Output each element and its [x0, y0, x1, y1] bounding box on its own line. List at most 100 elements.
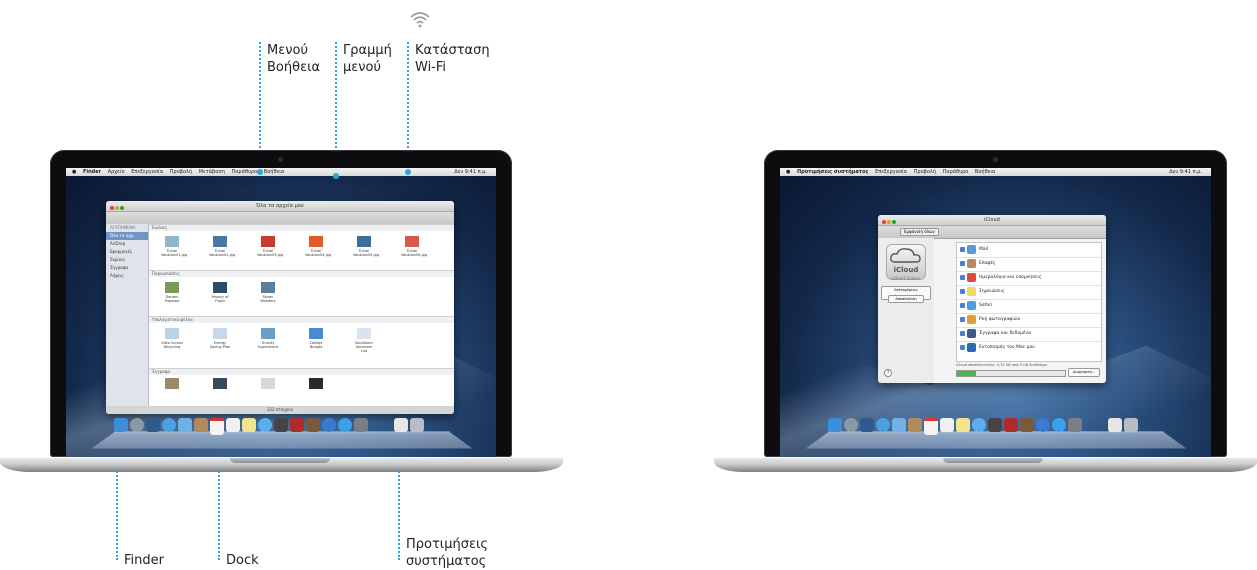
- notes-dock-icon[interactable]: [956, 418, 970, 432]
- icloud-logo: [886, 244, 926, 280]
- icloud-titlebar[interactable]: iCloud: [878, 215, 1106, 226]
- right-menubar: ● Προτιμήσεις συστήματος Επεξεργασία Προ…: [780, 168, 1211, 176]
- itunes-dock-icon[interactable]: [1036, 418, 1050, 432]
- mail-dock-icon[interactable]: [178, 418, 192, 432]
- photobooth-dock-icon[interactable]: [1004, 418, 1018, 432]
- right-screen: ● Προτιμήσεις συστήματος Επεξεργασία Προ…: [780, 168, 1211, 457]
- launchpad-dock-icon[interactable]: [130, 418, 144, 432]
- documents-dock-icon[interactable]: [1108, 418, 1122, 432]
- facetime-dock-icon[interactable]: [988, 418, 1002, 432]
- file-item[interactable]: Tulum Vacation01.jpg: [161, 236, 187, 257]
- service-row-find-my-mac[interactable]: Εντοπισμός του Mac μου: [957, 341, 1101, 355]
- trash-dock-icon[interactable]: [1124, 418, 1138, 432]
- help-icon[interactable]: ?: [884, 369, 892, 377]
- sidebar-item-airdrop[interactable]: AirDrop: [106, 240, 148, 248]
- system-prefs-dock-icon[interactable]: [354, 418, 368, 432]
- sign-out-button[interactable]: Αποσύνδεση: [888, 295, 924, 303]
- file-item[interactable]: Tulum Vacation04.jpg: [305, 236, 331, 257]
- file-item[interactable]: Tulum Vacation06.jpg: [401, 236, 427, 257]
- service-row-photo-stream[interactable]: Ροή φωτογραφιών: [957, 313, 1101, 328]
- sidebar-item-documents[interactable]: Έγγραφα: [106, 264, 148, 272]
- trash-dock-icon[interactable]: [410, 418, 424, 432]
- menubar-item-go[interactable]: Μετάβαση: [199, 169, 225, 175]
- apple-menu-icon[interactable]: ●: [72, 169, 76, 175]
- photobooth-dock-icon[interactable]: [290, 418, 304, 432]
- iphoto-dock-icon[interactable]: [1020, 418, 1034, 432]
- file-item[interactable]: Gravity Experiment: [257, 328, 279, 349]
- mission-control-dock-icon[interactable]: [860, 418, 874, 432]
- system-prefs-dock-icon[interactable]: [1068, 418, 1082, 432]
- section-presentations: Παρουσιάσεις: [149, 270, 454, 277]
- calendar-dock-icon[interactable]: [210, 418, 224, 435]
- menubar-item-edit[interactable]: Επεξεργασία: [131, 169, 163, 175]
- finder-titlebar[interactable]: Όλα τα αρχεία μου: [106, 201, 454, 212]
- file-item[interactable]: Garden Proposal: [161, 282, 183, 303]
- menubar-clock[interactable]: Δευ 9:41 π.μ.: [454, 168, 487, 176]
- contacts-dock-icon[interactable]: [194, 418, 208, 432]
- service-row-calendars[interactable]: Ημερολόγια και υπομνήσεις: [957, 271, 1101, 286]
- file-item[interactable]: [161, 378, 183, 391]
- calendar-dock-icon[interactable]: [924, 418, 938, 435]
- safari-dock-icon[interactable]: [876, 418, 890, 432]
- contacts-dock-icon[interactable]: [908, 418, 922, 432]
- sidebar-item-all-files[interactable]: Όλα τα αρχ...: [106, 232, 148, 240]
- sidebar-item-downloads[interactable]: Λήψεις: [106, 272, 148, 280]
- itunes-dock-icon[interactable]: [322, 418, 336, 432]
- file-item[interactable]: Vista School Recycling: [161, 328, 183, 349]
- appstore-dock-icon[interactable]: [1052, 418, 1066, 432]
- menubar-item-file[interactable]: Αρχείο: [108, 169, 125, 175]
- reminders-dock-icon[interactable]: [226, 418, 240, 432]
- facetime-dock-icon[interactable]: [274, 418, 288, 432]
- manage-button[interactable]: Διαχείριση...: [1068, 368, 1101, 377]
- file-item[interactable]: Southborn Volunteer List: [353, 328, 375, 353]
- mission-control-dock-icon[interactable]: [146, 418, 160, 432]
- safari-dock-icon[interactable]: [162, 418, 176, 432]
- mail-dock-icon[interactable]: [892, 418, 906, 432]
- file-item[interactable]: Tulum Vacation05.jpg: [353, 236, 379, 257]
- launchpad-dock-icon[interactable]: [844, 418, 858, 432]
- sidebar-item-desktop[interactable]: Σκρίνιο: [106, 256, 148, 264]
- messages-dock-icon[interactable]: [972, 418, 986, 432]
- menubar-app-name[interactable]: Finder: [83, 169, 101, 175]
- finder-dock-icon[interactable]: [114, 418, 128, 432]
- finder-dock-icon[interactable]: [828, 418, 842, 432]
- service-row-contacts[interactable]: Επαφές: [957, 257, 1101, 272]
- reminders-dock-icon[interactable]: [940, 418, 954, 432]
- menubar-item-help[interactable]: Βοήθεια: [975, 169, 995, 175]
- menubar-app-name[interactable]: Προτιμήσεις συστήματος: [797, 169, 869, 175]
- menubar-clock[interactable]: Δευ 9:41 π.μ.: [1169, 168, 1202, 176]
- service-row-documents[interactable]: Έγγραφα και δεδομένα: [957, 327, 1101, 342]
- menubar-item-view[interactable]: Προβολή: [914, 169, 936, 175]
- file-item[interactable]: Tulum Vacation03.jpg: [257, 236, 283, 257]
- file-item[interactable]: [305, 378, 327, 391]
- service-row-safari[interactable]: Safari: [957, 299, 1101, 314]
- file-item[interactable]: Seven Wonders: [257, 282, 279, 303]
- sidebar-item-applications[interactable]: Εφαρμογές: [106, 248, 148, 256]
- file-item[interactable]: History of Flight: [209, 282, 231, 303]
- finder-window[interactable]: Όλα τα αρχεία μου ΑΓΑΠΗΜΕΝΑ Όλα τα αρχ..…: [106, 201, 454, 414]
- documents-dock-icon[interactable]: [394, 418, 408, 432]
- file-item[interactable]: [257, 378, 279, 391]
- file-item[interactable]: [209, 378, 231, 391]
- wifi-dot: [405, 169, 411, 175]
- notes-dock-icon[interactable]: [242, 418, 256, 432]
- window-controls[interactable]: [110, 204, 125, 214]
- service-row-notes[interactable]: Σημειώσεις: [957, 285, 1101, 300]
- service-row-mail[interactable]: Mail: [957, 243, 1101, 258]
- finder-callout: Finder: [124, 553, 164, 568]
- appstore-dock-icon[interactable]: [338, 418, 352, 432]
- menubar-item-view[interactable]: Προβολή: [170, 169, 192, 175]
- menu-bar-callout: Γραμμή μενού: [343, 42, 392, 76]
- file-item[interactable]: Tulum Vacation02.jpg: [209, 236, 235, 257]
- apple-menu-icon[interactable]: ●: [786, 169, 790, 175]
- menubar-item-edit[interactable]: Επεξεργασία: [875, 169, 907, 175]
- file-item[interactable]: College Budget: [305, 328, 327, 349]
- file-item[interactable]: Energy Saving Plan: [209, 328, 231, 349]
- iphoto-dock-icon[interactable]: [306, 418, 320, 432]
- icloud-window[interactable]: iCloud Εμφάνιση όλων iCloud Gilbert Sobe…: [878, 215, 1106, 383]
- show-all-button[interactable]: Εμφάνιση όλων: [900, 228, 939, 236]
- menubar-item-window[interactable]: Παράθυρο: [231, 169, 257, 175]
- messages-dock-icon[interactable]: [258, 418, 272, 432]
- menubar-item-window[interactable]: Παράθυρο: [943, 169, 969, 175]
- menubar-item-help[interactable]: Βοήθεια: [264, 169, 284, 175]
